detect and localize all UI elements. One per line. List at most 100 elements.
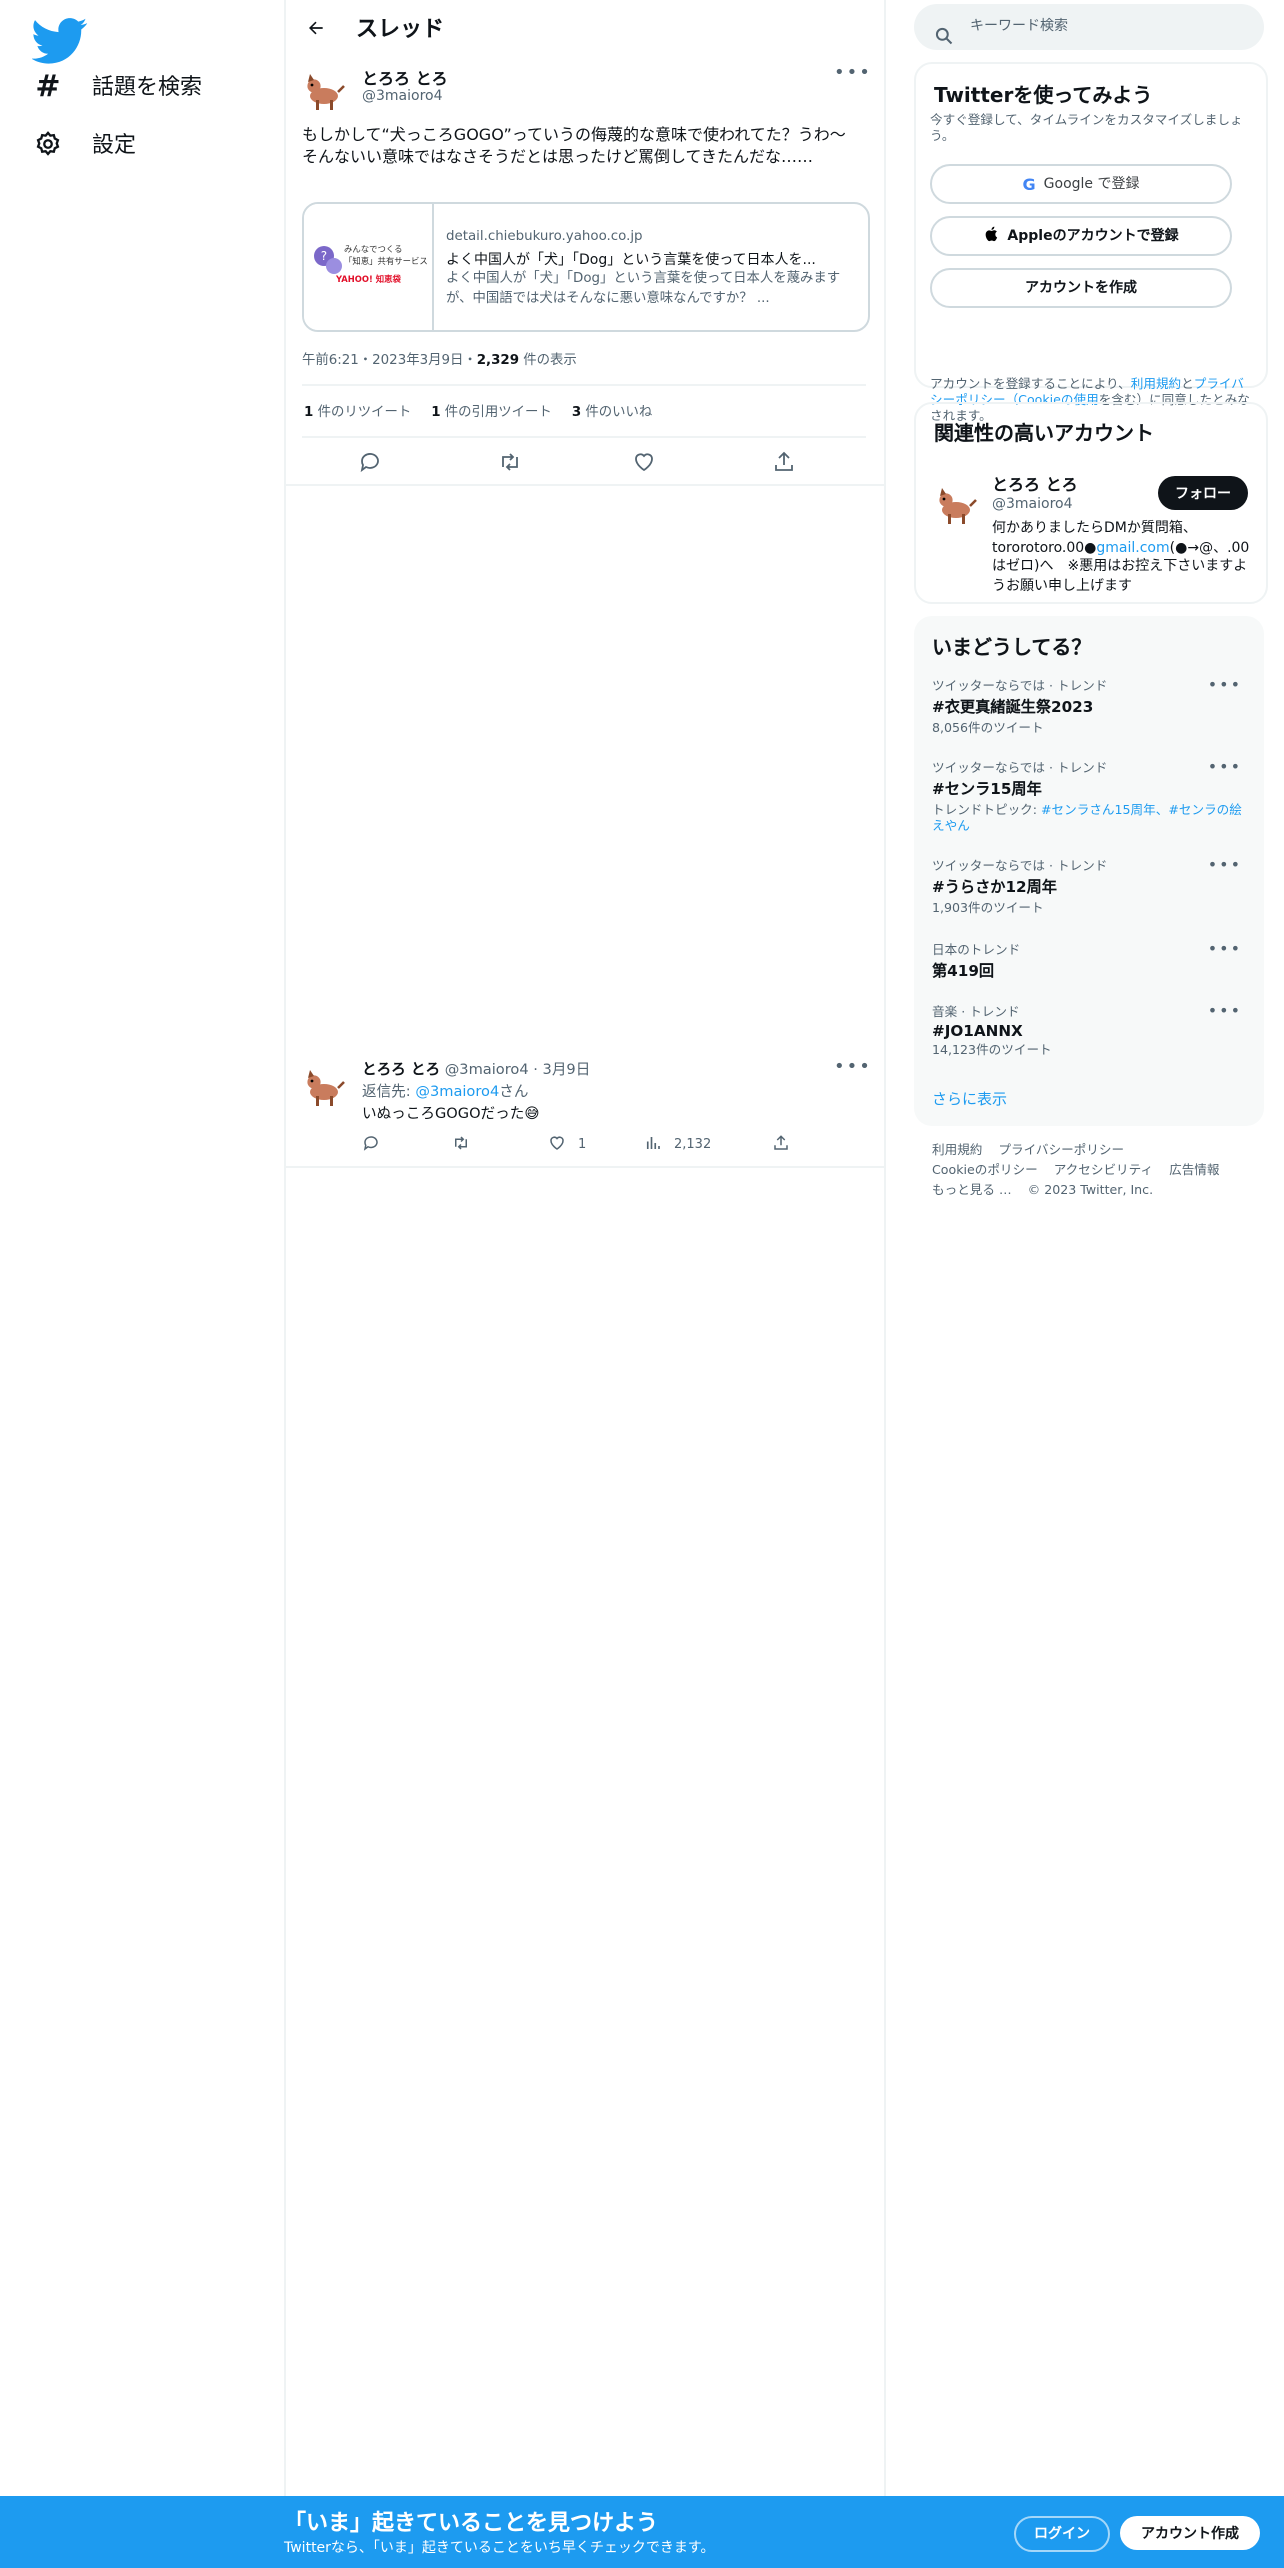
google-signup-button[interactable]: G Google で登録 — [930, 164, 1232, 204]
footer-ads-link[interactable]: 広告情報 — [1169, 1164, 1219, 1178]
banner-title: 「いま」起きていることを見つけよう — [284, 2510, 658, 2536]
nav-explore[interactable]: # 話題を検索 — [32, 58, 202, 114]
reply-text: いぬっころGOGOだった😅 — [362, 1104, 540, 1122]
main-column: スレッド とろろ とろ @3maioro4 ••• もしかして“犬っころGOGO… — [284, 0, 886, 2568]
reply-actions: 1 2,132 — [362, 1134, 862, 1158]
footer-cookie-link[interactable]: Cookieのポリシー — [932, 1164, 1038, 1178]
footer-privacy-link[interactable]: プライバシーポリシー — [998, 1144, 1124, 1158]
more-options-icon[interactable]: ••• — [1208, 758, 1242, 776]
reply-author-name[interactable]: とろろ とろ — [362, 1060, 440, 1078]
like-icon[interactable] — [632, 444, 660, 472]
more-options-icon[interactable]: ••• — [1208, 940, 1242, 958]
like-count-value: 3 — [571, 404, 582, 420]
share-icon[interactable] — [772, 1134, 790, 1152]
trend-topics-label: トレンドトピック: — [932, 804, 1041, 818]
retweet-icon[interactable] — [498, 444, 526, 472]
avatar[interactable] — [300, 1062, 348, 1110]
reply-header: とろろ とろ @3maioro4 · 3月9日 — [362, 1060, 590, 1080]
show-more-link[interactable]: さらに表示 — [932, 1088, 1007, 1110]
replying-to: 返信先: @3maioro4さん — [362, 1082, 528, 1102]
trend-name: 第419回 — [932, 962, 995, 980]
reply-icon[interactable] — [362, 1134, 380, 1152]
like-count-label: 件のいいね — [581, 404, 653, 420]
tweet-text-line-1: もしかして“犬っころGOGO”っていうの侮蔑的な意味で使われてた？うわ～ — [302, 126, 846, 144]
search-placeholder: キーワード検索 — [970, 18, 1068, 34]
more-options-icon[interactable]: ••• — [834, 1058, 872, 1078]
trend-count: 8,056件のツイート — [932, 722, 1044, 736]
retweet-count-label: 件のリツイート — [313, 404, 412, 420]
related-account-name[interactable]: とろろ とろ — [992, 474, 1078, 496]
divider — [284, 1166, 884, 1168]
retweet-icon[interactable] — [452, 1134, 470, 1152]
apple-signup-button[interactable]: Appleのアカウントで登録 — [930, 216, 1232, 256]
search-input[interactable]: キーワード検索 — [914, 4, 1264, 50]
search-icon — [934, 16, 954, 45]
card-image-line-2: 「知恵」共有サービス — [344, 256, 428, 266]
replying-to-link[interactable]: @3maioro4 — [415, 1082, 499, 1100]
tweet-text-line-2: そんないい意味ではなさそうだとは思ったけど罵倒してきたんだな…… — [302, 147, 814, 165]
more-options-icon[interactable]: ••• — [834, 64, 872, 84]
view-count: 2,329 — [476, 352, 520, 368]
signup-button[interactable]: アカウント作成 — [1120, 2516, 1260, 2550]
terms-link[interactable]: 利用規約 — [1131, 378, 1181, 392]
like-icon — [550, 1136, 564, 1150]
more-options-icon[interactable]: ••• — [1208, 676, 1242, 694]
create-account-button[interactable]: アカウントを作成 — [930, 268, 1232, 308]
retweet-count-value: 1 — [304, 404, 314, 420]
tweet-time[interactable]: 午前6:21・2023年3月9日・ — [302, 352, 477, 368]
footer-terms-link[interactable]: 利用規約 — [932, 1144, 982, 1158]
trend-item[interactable]: 日本のトレンド 第419回 ••• — [932, 940, 1246, 982]
signup-panel: Twitterを使ってみよう 今すぐ登録して、タイムラインをカスタマイズしましょ… — [914, 62, 1268, 424]
footer-accessibility-link[interactable]: アクセシビリティ — [1054, 1164, 1153, 1178]
bio-link[interactable]: gmail.com — [1096, 539, 1169, 555]
trend-item[interactable]: ツイッターならでは · トレンド #センラ15周年 トレンドトピック: #センラ… — [932, 758, 1246, 836]
tweet-text: もしかして“犬っころGOGO”っていうの侮蔑的な意味で使われてた？うわ～ そんな… — [302, 126, 868, 168]
login-button[interactable]: ログイン — [1014, 2516, 1110, 2552]
copyright: © 2023 Twitter, Inc. — [1027, 1184, 1154, 1198]
footer-more-link[interactable]: もっと見る … — [932, 1184, 1012, 1198]
views-button[interactable]: 2,132 — [644, 1134, 711, 1152]
like-count[interactable]: 3 件のいいね — [572, 400, 652, 420]
card-image-line-1: みんなでつくる — [344, 244, 403, 254]
trend-item[interactable]: ツイッターならでは · トレンド #うらさか12周年 1,903件のツイート •… — [932, 856, 1246, 918]
author-handle[interactable]: @3maioro4 — [362, 88, 443, 104]
share-icon[interactable] — [772, 444, 800, 472]
trend-item[interactable]: 音楽 · トレンド #JO1ANNX 14,123件のツイート ••• — [932, 1002, 1246, 1060]
trend-context: 音楽 · トレンド — [932, 1006, 1020, 1020]
follow-button[interactable]: フォロー — [1158, 476, 1248, 510]
author-name[interactable]: とろろ とろ — [362, 68, 448, 90]
views-icon — [646, 1137, 660, 1149]
trend-count: 1,903件のツイート — [932, 902, 1044, 916]
nav-explore-label: 話題を検索 — [92, 74, 202, 100]
link-card[interactable]: ? みんなでつくる 「知恵」共有サービス YAHOO! 知恵袋 detail.c… — [302, 202, 870, 332]
related-title: 関連性の高いアカウント — [934, 424, 1154, 446]
reply-icon[interactable] — [358, 444, 386, 473]
link-card-domain: detail.chiebukuro.yahoo.co.jp — [446, 228, 643, 244]
related-account-handle[interactable]: @3maioro4 — [992, 496, 1073, 512]
page-title: スレッド — [356, 16, 444, 42]
trend-context: ツイッターならでは · トレンド — [932, 762, 1108, 776]
divider — [302, 436, 866, 438]
more-options-icon[interactable]: ••• — [1208, 856, 1242, 874]
link-card-description: よく中国人が「犬」「Dog」という言葉を使って日本人を蔑みますが、中国語では犬は… — [446, 270, 841, 305]
avatar[interactable] — [932, 480, 980, 528]
divider — [302, 384, 866, 386]
reply-handle-date[interactable]: @3maioro4 · 3月9日 — [440, 1060, 591, 1078]
quote-count[interactable]: 1 件の引用ツイート — [431, 400, 552, 420]
back-arrow-icon[interactable] — [300, 12, 332, 44]
avatar[interactable] — [300, 66, 348, 114]
more-options-icon[interactable]: ••• — [1208, 1002, 1242, 1020]
google-icon: G — [1022, 175, 1036, 193]
trends-title: いまどうしてる？ — [932, 638, 1092, 660]
retweet-count[interactable]: 1 件のリツイート — [304, 400, 411, 420]
signup-subtitle: 今すぐ登録して、タイムラインをカスタマイズしましょう。 — [930, 114, 1243, 144]
like-button[interactable]: 1 — [548, 1134, 586, 1152]
trend-context: ツイッターならでは · トレンド — [932, 860, 1108, 874]
trend-item[interactable]: ツイッターならでは · トレンド #衣更真緒誕生祭2023 8,056件のツイー… — [932, 676, 1246, 738]
trend-name: #衣更真緒誕生祭2023 — [932, 698, 1094, 716]
nav-settings[interactable]: 設定 — [32, 116, 136, 172]
yahoo-chiebukuro-logo: YAHOO! 知恵袋 — [336, 274, 401, 284]
trend-name: #うらさか12周年 — [932, 878, 1057, 896]
trends-panel: いまどうしてる？ ツイッターならでは · トレンド #衣更真緒誕生祭2023 8… — [914, 616, 1264, 1126]
trend-count: 14,123件のツイート — [932, 1044, 1052, 1058]
